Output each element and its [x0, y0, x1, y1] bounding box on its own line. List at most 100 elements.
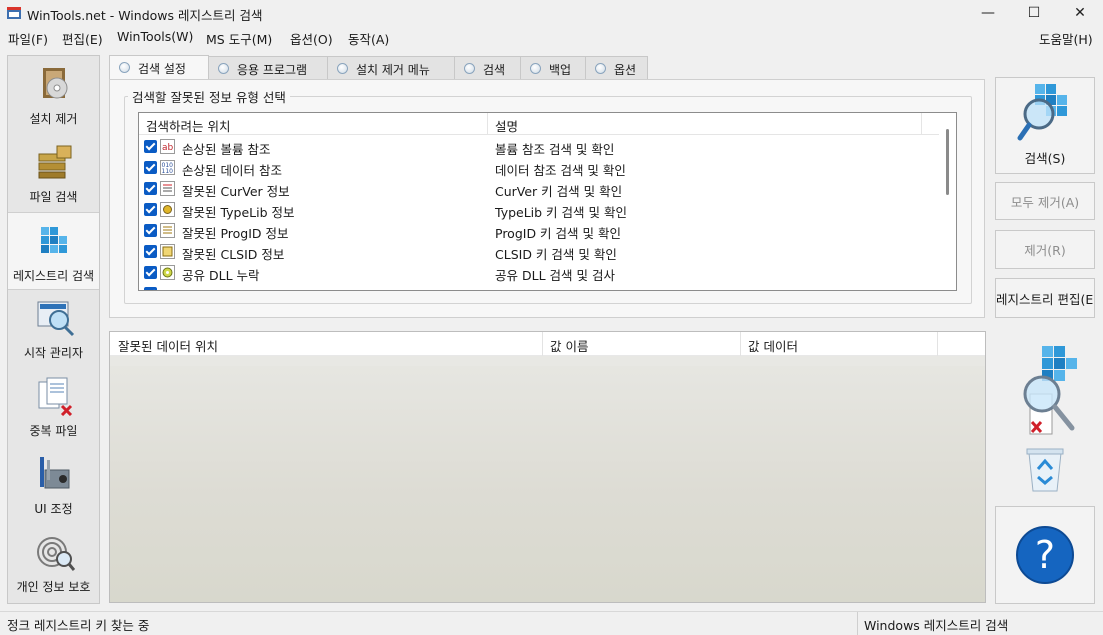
menu-options[interactable]: 옵션(O)	[290, 29, 333, 48]
checkbox[interactable]	[144, 203, 157, 216]
menu-bar: 파일(F) 편집(E) WinTools(W) MS 도구(M) 옵션(O) 동…	[0, 26, 1103, 48]
column-header-value-data[interactable]: 값 데이터	[748, 336, 798, 355]
uninstall-icon	[43, 68, 68, 99]
status-message: 정크 레지스트리 키 찾는 중	[7, 618, 150, 633]
menu-help[interactable]: 도움말(H)	[1039, 29, 1093, 48]
row-description: 공유 DLL 검색 및 검사	[495, 268, 615, 283]
list-item[interactable]: 공유 DLL 누락 공유 DLL 검색 및 검사	[139, 262, 939, 283]
row-description: 볼륨 참조 검색 및 확인	[495, 142, 615, 157]
menu-ms-tools[interactable]: MS 도구(M)	[206, 29, 272, 48]
list-item[interactable]: ab 손상된 볼륨 참조 볼륨 참조 검색 및 확인	[139, 136, 939, 157]
tab-radio-icon	[530, 63, 541, 74]
remove-all-button[interactable]: 모두 제거(A)	[995, 182, 1095, 220]
column-divider[interactable]	[542, 332, 543, 356]
minimize-button[interactable]: —	[965, 0, 1011, 26]
results-header: 잘못된 데이터 위치 값 이름 값 데이터	[110, 332, 985, 356]
startup-manager-icon	[37, 301, 75, 337]
checkbox[interactable]	[144, 245, 157, 258]
search-locations-list[interactable]: 검색하려는 위치 설명 ab 손상된 볼륨 참조 볼륨 참조 검색 및 확인 0…	[138, 112, 957, 291]
tab-search[interactable]: 검색	[454, 56, 521, 80]
sidebar-item-privacy[interactable]: 개인 정보 보호	[8, 524, 99, 602]
checkbox[interactable]	[144, 161, 157, 174]
fingerprint-icon	[37, 537, 75, 571]
column-header-description[interactable]: 설명	[495, 116, 518, 135]
sidebar-item-registry[interactable]: 레지스트리 검색	[8, 212, 99, 290]
maximize-button[interactable]: ☐	[1011, 0, 1057, 26]
group-title: 검색할 잘못된 정보 유형 선택	[128, 87, 290, 106]
row-location: 손상된 데이터 참조	[182, 163, 282, 178]
sidebar-item-uninstall[interactable]: 설치 제거	[8, 56, 99, 134]
list-scrollbar[interactable]	[939, 113, 956, 290]
column-divider[interactable]	[937, 332, 938, 356]
list-item[interactable]: 잘못된 CLSID 정보 CLSID 키 검색 및 확인	[139, 241, 939, 262]
tab-radio-icon	[218, 63, 229, 74]
list-item[interactable]: 잘못된 CurVer 정보 CurVer 키 검색 및 확인	[139, 178, 939, 199]
checkbox[interactable]	[144, 266, 157, 279]
tab-options[interactable]: 옵션	[585, 56, 648, 80]
sidebar: 설치 제거 파일 검색 레지스트리 검색 시작 관리자 중복 파일 UI 조정 …	[7, 55, 100, 604]
app-icon	[7, 7, 21, 19]
menu-wintools[interactable]: WinTools(W)	[117, 29, 193, 44]
checkbox[interactable]	[144, 182, 157, 195]
tab-radio-icon	[119, 62, 130, 73]
tab-label: 응용 프로그램	[237, 63, 308, 77]
tab-uninstall-menu[interactable]: 설치 제거 메뉴	[327, 56, 455, 80]
sidebar-item-file-search[interactable]: 파일 검색	[8, 134, 99, 212]
column-header-value-name[interactable]: 값 이름	[550, 336, 588, 355]
sidebar-item-label: 중복 파일	[29, 424, 78, 438]
checkbox[interactable]	[144, 224, 157, 237]
dll-icon	[160, 265, 175, 280]
search-button-label: 검색(S)	[1024, 151, 1066, 166]
tab-label: 옵션	[614, 63, 637, 77]
sidebar-item-label: 레지스트리 검색	[12, 269, 95, 283]
menu-action[interactable]: 동작(A)	[348, 29, 389, 48]
sidebar-item-ui-tweaks[interactable]: UI 조정	[8, 446, 99, 524]
column-divider[interactable]	[487, 113, 488, 135]
list-item[interactable]	[139, 283, 939, 290]
column-divider[interactable]	[921, 113, 922, 135]
status-module: Windows 레지스트리 검색	[857, 612, 1103, 635]
column-header-location[interactable]: 검색하려는 위치	[146, 116, 230, 135]
close-button[interactable]: ✕	[1057, 0, 1103, 26]
clsid-icon	[160, 244, 175, 259]
tab-backup[interactable]: 백업	[520, 56, 586, 80]
row-description: 데이터 참조 검색 및 확인	[495, 163, 626, 178]
tab-radio-icon	[464, 63, 475, 74]
checkbox[interactable]	[144, 287, 157, 290]
row-location: 공유 DLL 누락	[182, 268, 260, 283]
registry-scan-icon	[1023, 346, 1077, 435]
help-button[interactable]: ?	[995, 506, 1095, 604]
column-divider[interactable]	[740, 332, 741, 356]
row-location: 잘못된 CLSID 정보	[182, 247, 285, 262]
results-background	[110, 366, 985, 602]
list-item[interactable]: 010 110 손상된 데이터 참조 데이터 참조 검색 및 확인	[139, 157, 939, 178]
scrollbar-thumb[interactable]	[946, 129, 949, 195]
list-item[interactable]: 잘못된 ProgID 정보 ProgID 키 검색 및 확인	[139, 220, 939, 241]
results-list[interactable]: 잘못된 데이터 위치 값 이름 값 데이터	[109, 331, 986, 603]
registry-search-icon	[1017, 84, 1067, 141]
sidebar-item-duplicates[interactable]: 중복 파일	[8, 368, 99, 446]
tab-label: 설치 제거 메뉴	[356, 63, 430, 77]
typelib-icon	[160, 202, 175, 217]
tools-icon	[40, 457, 70, 489]
sidebar-item-startup[interactable]: 시작 관리자	[8, 290, 99, 368]
tab-radio-icon	[337, 63, 348, 74]
curver-icon	[160, 181, 175, 196]
sidebar-item-label: 개인 정보 보호	[16, 580, 91, 594]
row-description: CurVer 키 검색 및 확인	[495, 184, 623, 199]
progid-icon	[160, 223, 175, 238]
search-button[interactable]: 검색(S)	[995, 77, 1095, 174]
checkbox[interactable]	[144, 140, 157, 153]
registry-editor-button[interactable]: 레지스트리 편집(E)	[995, 278, 1095, 318]
column-header-bad-location[interactable]: 잘못된 데이터 위치	[118, 336, 218, 355]
tab-search-settings[interactable]: 검색 설정	[109, 55, 209, 81]
tab-applications[interactable]: 응용 프로그램	[208, 56, 328, 80]
remove-button[interactable]: 제거(R)	[995, 230, 1095, 269]
list-item[interactable]: 잘못된 TypeLib 정보 TypeLib 키 검색 및 확인	[139, 199, 939, 220]
menu-file[interactable]: 파일(F)	[8, 29, 48, 48]
tab-label: 검색	[483, 63, 506, 77]
question-icon: ?	[1016, 526, 1074, 584]
row-description: CLSID 키 검색 및 확인	[495, 247, 617, 262]
row-description: ProgID 키 검색 및 확인	[495, 226, 621, 241]
menu-edit[interactable]: 편집(E)	[62, 29, 103, 48]
